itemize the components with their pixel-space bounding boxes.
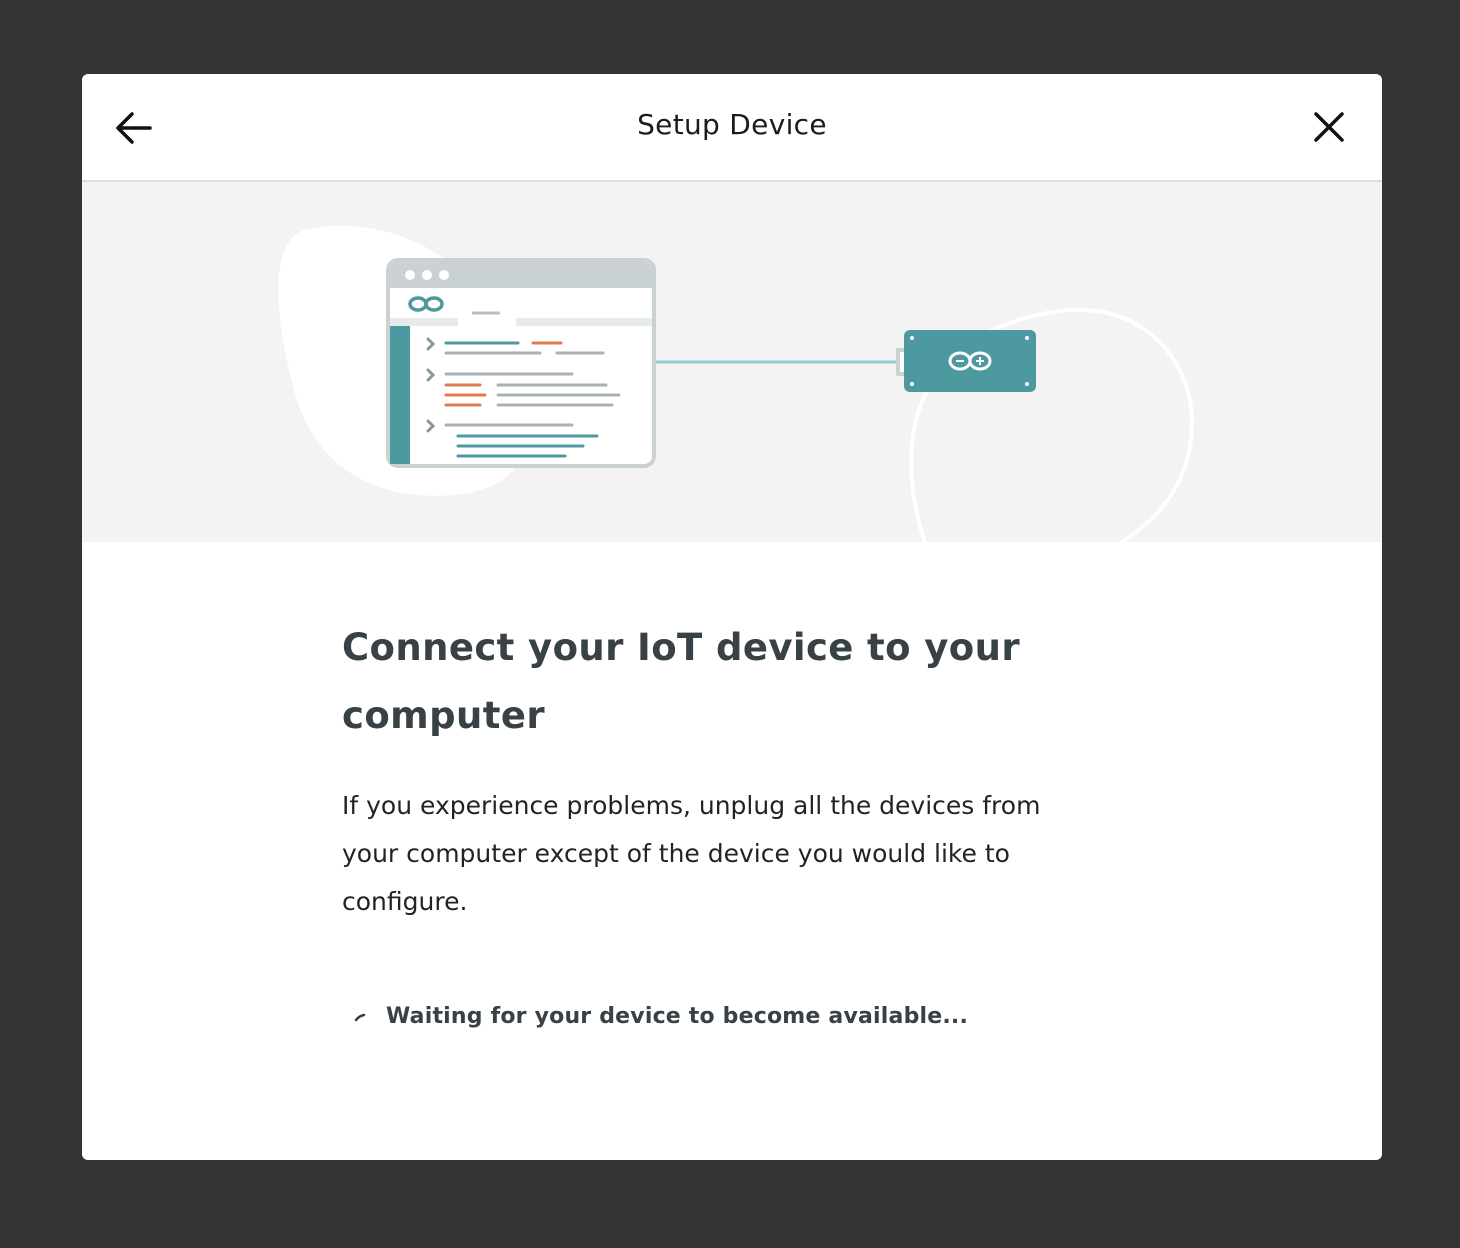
setup-device-dialog: Setup Device Connect your IoT device to …	[82, 74, 1382, 1160]
status-message: Waiting for your device to become availa…	[386, 1004, 969, 1029]
close-button[interactable]	[1310, 108, 1348, 146]
instructions-text: If you experience problems, unplug all t…	[342, 791, 1041, 916]
waiting-status: Waiting for your device to become availa…	[352, 1004, 968, 1029]
code-window-graphic	[386, 258, 656, 468]
dialog-header: Setup Device	[82, 74, 1382, 182]
connect-heading: Connect your IoT device to your computer	[342, 626, 1020, 737]
close-icon	[1314, 112, 1344, 142]
dialog-title: Setup Device	[637, 108, 827, 141]
device-connection-illustration	[278, 225, 1195, 542]
dialog-content: Connect your IoT device to your computer…	[342, 614, 1102, 926]
arduino-board-graphic	[896, 330, 1036, 392]
loading-spinner-icon	[354, 1013, 366, 1021]
hero-illustration	[82, 182, 1382, 542]
